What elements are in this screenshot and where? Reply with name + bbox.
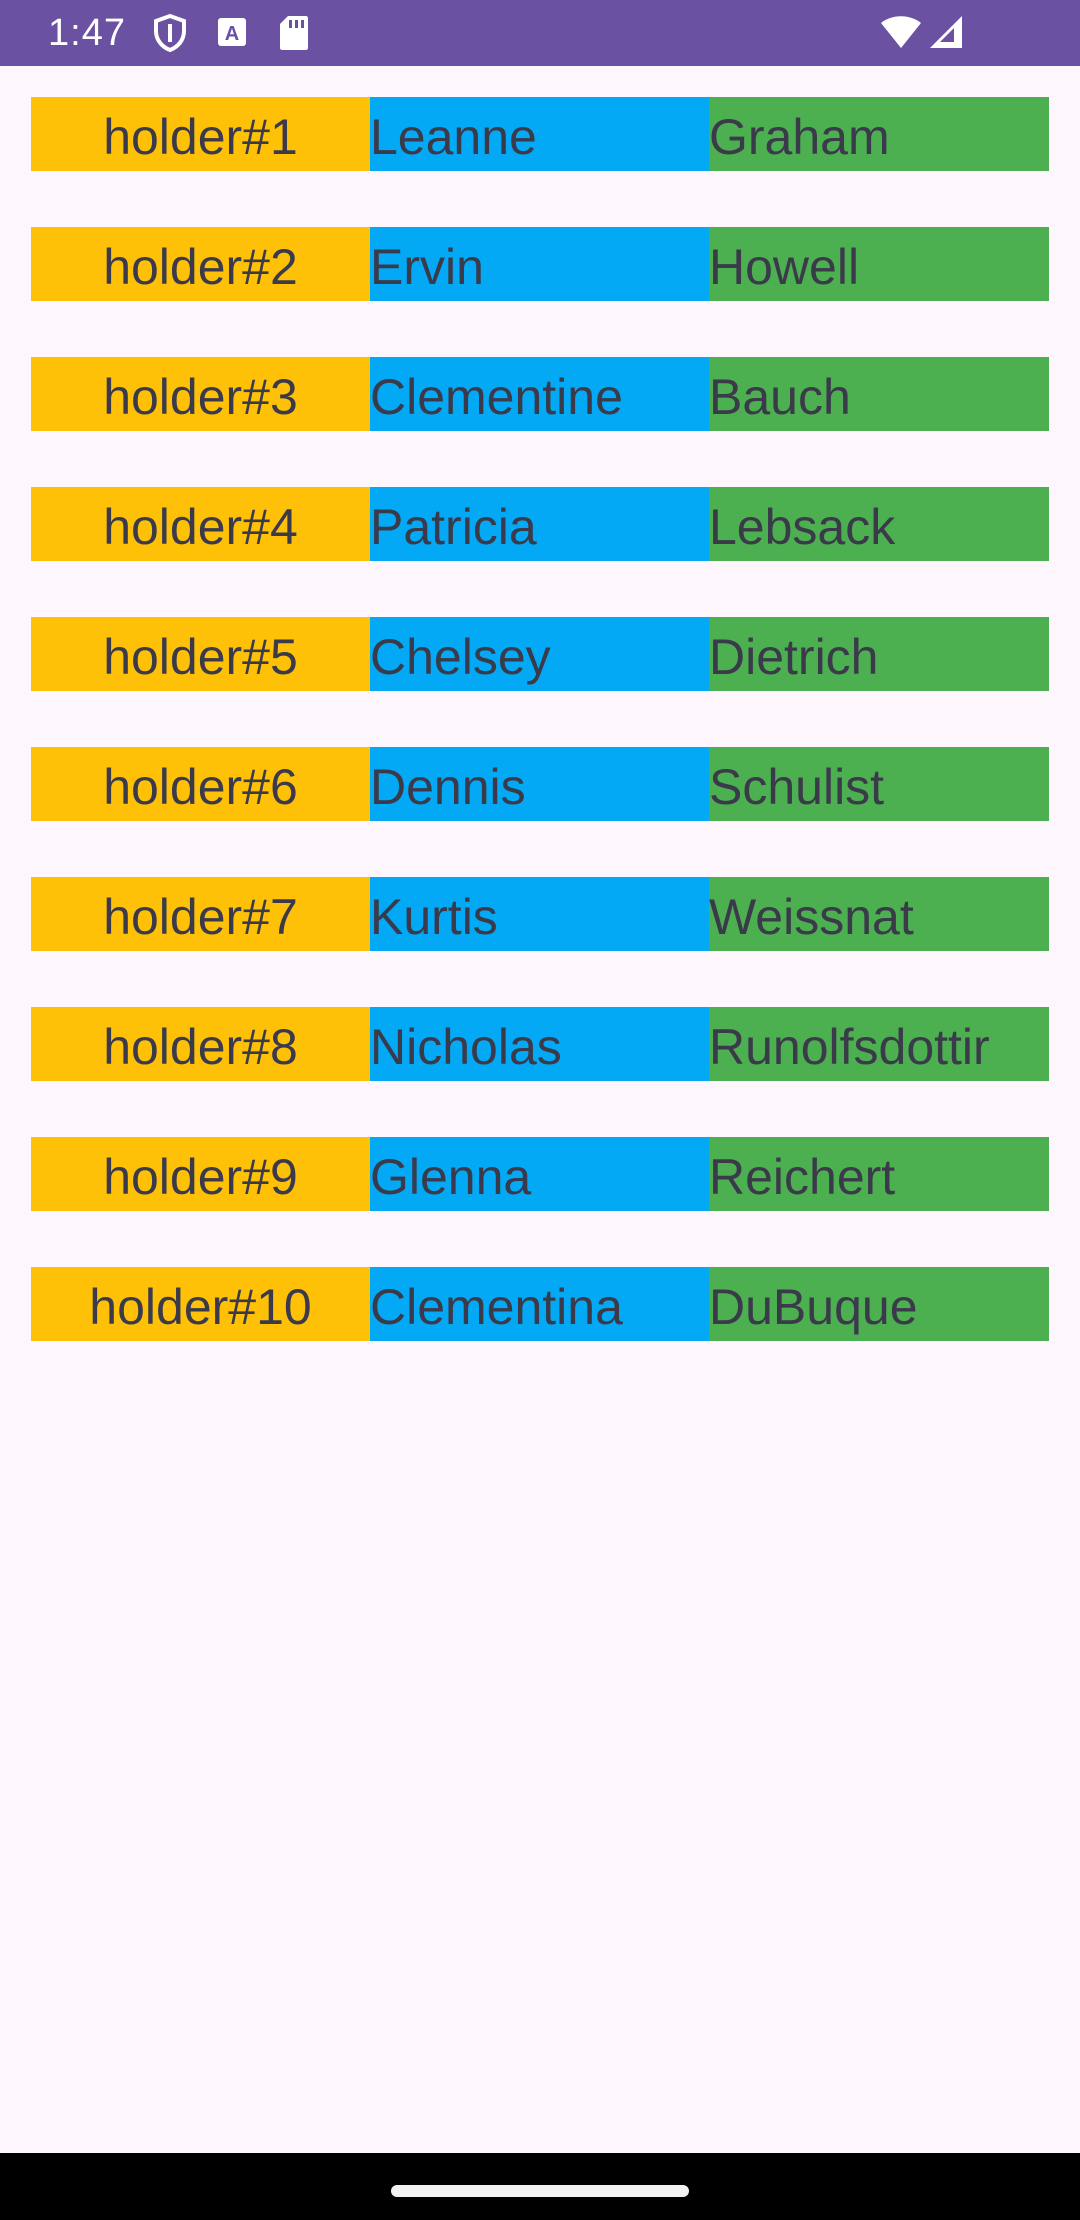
last-name: DuBuque: [709, 1267, 1049, 1341]
holder-label: holder#10: [31, 1267, 370, 1341]
first-name: Leanne: [370, 97, 709, 171]
first-name: Clementina: [370, 1267, 709, 1341]
list-item[interactable]: holder#5 Chelsey Dietrich: [31, 617, 1049, 691]
holder-label: holder#9: [31, 1137, 370, 1211]
list-item[interactable]: holder#3 Clementine Bauch: [31, 357, 1049, 431]
list-item[interactable]: holder#9 Glenna Reichert: [31, 1137, 1049, 1211]
holder-list[interactable]: holder#1 Leanne Graham holder#2 Ervin Howell h…: [31, 97, 1049, 1397]
holder-label: holder#4: [31, 487, 370, 561]
holder-label: holder#5: [31, 617, 370, 691]
status-bar: 1:47 A: [0, 0, 1080, 66]
last-name: Lebsack: [709, 487, 1049, 561]
list-item[interactable]: holder#6 Dennis Schulist: [31, 747, 1049, 821]
shield-icon: [152, 13, 188, 53]
list-item[interactable]: holder#1 Leanne Graham: [31, 97, 1049, 171]
list-item[interactable]: holder#10 Clementina DuBuque: [31, 1267, 1049, 1341]
last-name: Dietrich: [709, 617, 1049, 691]
holder-label: holder#7: [31, 877, 370, 951]
first-name: Nicholas: [370, 1007, 709, 1081]
list-item[interactable]: holder#4 Patricia Lebsack: [31, 487, 1049, 561]
holder-label: holder#2: [31, 227, 370, 301]
first-name: Patricia: [370, 487, 709, 561]
svg-text:A: A: [225, 23, 239, 45]
first-name: Chelsey: [370, 617, 709, 691]
last-name: Runolfsdottir: [709, 1007, 1049, 1081]
last-name: Weissnat: [709, 877, 1049, 951]
last-name: Reichert: [709, 1137, 1049, 1211]
last-name: Howell: [709, 227, 1049, 301]
text-a-icon: A: [216, 16, 248, 56]
list-item[interactable]: holder#2 Ervin Howell: [31, 227, 1049, 301]
first-name: Glenna: [370, 1137, 709, 1211]
holder-label: holder#1: [31, 97, 370, 171]
last-name: Schulist: [709, 747, 1049, 821]
first-name: Kurtis: [370, 877, 709, 951]
cell-signal-icon: [928, 14, 964, 54]
list-item[interactable]: holder#8 Nicholas Runolfsdottir: [31, 1007, 1049, 1081]
home-handle[interactable]: [391, 2185, 689, 2197]
navigation-bar: [0, 2153, 1080, 2220]
holder-label: holder#8: [31, 1007, 370, 1081]
last-name: Graham: [709, 97, 1049, 171]
sd-card-icon: [278, 14, 310, 54]
holder-label: holder#6: [31, 747, 370, 821]
first-name: Ervin: [370, 227, 709, 301]
wifi-icon: [880, 14, 922, 54]
holder-label: holder#3: [31, 357, 370, 431]
last-name: Bauch: [709, 357, 1049, 431]
status-time: 1:47: [48, 12, 126, 54]
first-name: Dennis: [370, 747, 709, 821]
first-name: Clementine: [370, 357, 709, 431]
list-item[interactable]: holder#7 Kurtis Weissnat: [31, 877, 1049, 951]
